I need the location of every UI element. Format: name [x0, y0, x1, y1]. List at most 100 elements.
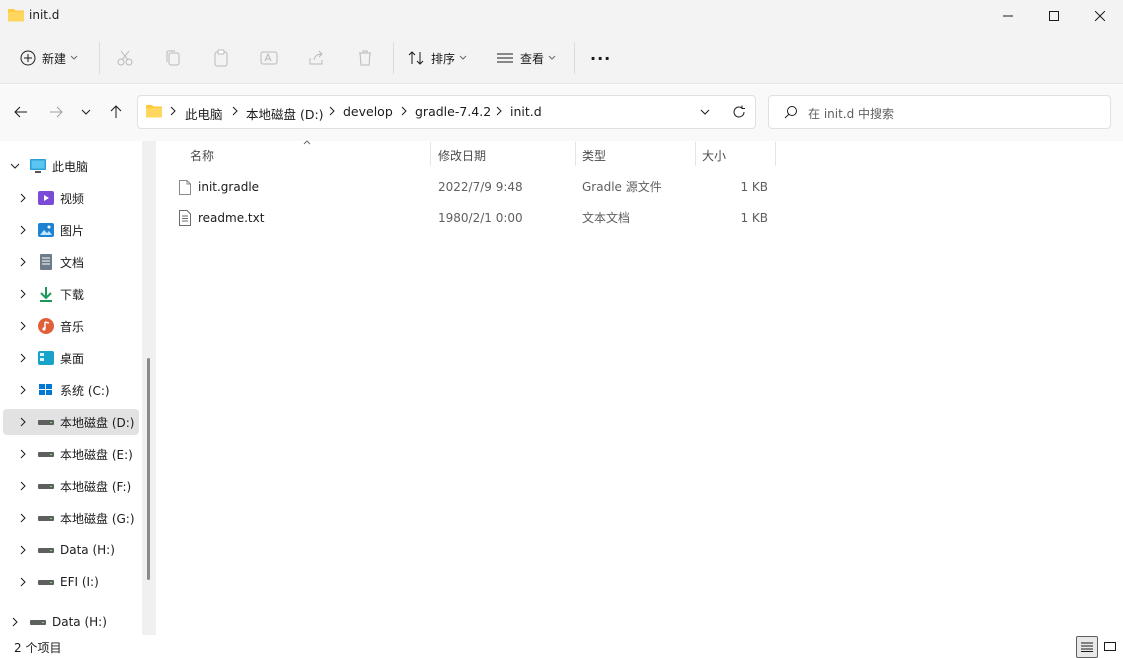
nav-item-label: Data (H:): [52, 615, 107, 629]
nav-item-label: 下载: [60, 287, 85, 302]
drive-icon: [38, 452, 54, 457]
title-bar[interactable]: [0, 0, 1123, 32]
more-button[interactable]: ···: [590, 44, 611, 72]
nav-item-drive-i[interactable]: EFI (I:): [3, 569, 139, 595]
paste-button[interactable]: [212, 44, 230, 72]
chevron-right-icon: [232, 106, 238, 116]
share-button[interactable]: [308, 44, 326, 72]
forward-button[interactable]: [42, 98, 70, 126]
view-button[interactable]: 查看: [496, 44, 556, 72]
rename-button[interactable]: [260, 44, 278, 72]
nav-item-desktop[interactable]: 桌面: [3, 345, 139, 371]
nav-item-this-pc[interactable]: 此电脑: [3, 153, 139, 179]
up-button[interactable]: [102, 98, 130, 126]
file-modified: 2022/7/9 9:48: [438, 180, 523, 194]
file-row[interactable]: init.gradle 2022/7/9 9:48 Gradle 源文件 1 K…: [172, 173, 778, 201]
recent-locations-button[interactable]: [72, 98, 100, 126]
column-header-size[interactable]: 大小: [702, 147, 726, 164]
folder-icon: [146, 104, 162, 121]
close-button[interactable]: [1077, 0, 1123, 32]
nav-item-label: 本地磁盘 (E:): [60, 447, 133, 462]
new-label: 新建: [42, 51, 67, 66]
chevron-right-icon[interactable]: [16, 223, 30, 237]
desktop-icon: [38, 351, 54, 365]
nav-item-drive-g[interactable]: 本地磁盘 (G:): [3, 505, 139, 531]
breadcrumb-item[interactable]: init.d: [510, 104, 542, 119]
sort-ascending-icon: [303, 140, 311, 145]
delete-button[interactable]: [356, 44, 374, 72]
share-icon: [309, 50, 323, 65]
monitor-icon: [30, 159, 46, 173]
chevron-right-icon[interactable]: [16, 319, 30, 333]
nav-scrollbar-thumb[interactable]: [147, 358, 150, 580]
nav-item-pictures[interactable]: 图片: [3, 217, 139, 243]
file-row[interactable]: readme.txt 1980/2/1 0:00 文本文档 1 KB: [172, 204, 778, 232]
nav-item-downloads[interactable]: 下载: [3, 281, 139, 307]
chevron-right-icon[interactable]: [16, 575, 30, 589]
column-divider[interactable]: [575, 142, 576, 166]
chevron-right-icon[interactable]: [16, 511, 30, 525]
column-header-name[interactable]: 名称: [190, 147, 214, 164]
details-view-icon: [1081, 642, 1093, 652]
chevron-right-icon[interactable]: [16, 255, 30, 269]
chevron-right-icon[interactable]: [16, 543, 30, 557]
chevron-right-icon[interactable]: [16, 287, 30, 301]
drive-icon: [38, 548, 54, 553]
column-header-type[interactable]: 类型: [582, 147, 606, 164]
back-button[interactable]: [7, 98, 35, 126]
column-header-modified[interactable]: 修改日期: [438, 147, 486, 164]
nav-item-drive-h[interactable]: Data (H:): [3, 537, 139, 563]
separator: [393, 42, 394, 74]
nav-item-data-h[interactable]: Data (H:): [0, 609, 136, 635]
file-name: init.gradle: [198, 180, 260, 194]
maximize-button[interactable]: [1031, 0, 1077, 32]
nav-item-drive-e[interactable]: 本地磁盘 (E:): [3, 441, 139, 467]
file-modified: 1980/2/1 0:00: [438, 211, 523, 225]
sort-button[interactable]: 排序: [407, 44, 467, 72]
new-button[interactable]: 新建: [20, 44, 78, 72]
chevron-right-icon[interactable]: [16, 191, 30, 205]
nav-item-drive-f[interactable]: 本地磁盘 (F:): [3, 473, 139, 499]
chevron-right-icon[interactable]: [8, 615, 22, 629]
breadcrumb-item[interactable]: 此电脑: [185, 104, 223, 123]
search-icon: [784, 106, 797, 119]
chevron-right-icon[interactable]: [16, 351, 30, 365]
sort-icon: [408, 51, 424, 65]
copy-button[interactable]: [164, 44, 182, 72]
nav-item-drive-c[interactable]: 系统 (C:): [3, 377, 139, 403]
nav-item-label: 桌面: [60, 351, 85, 366]
chevron-right-icon: [329, 106, 335, 116]
music-icon: [38, 318, 54, 334]
chevron-right-icon[interactable]: [16, 447, 30, 461]
search-input[interactable]: 在 init.d 中搜索: [808, 105, 894, 122]
nav-item-documents[interactable]: 文档: [3, 249, 139, 275]
column-divider[interactable]: [430, 142, 431, 166]
cut-button[interactable]: [116, 44, 134, 72]
windows-drive-icon: [39, 384, 52, 395]
breadcrumb-item[interactable]: gradle-7.4.2: [415, 104, 491, 119]
breadcrumb-item[interactable]: develop: [343, 104, 393, 119]
tiles-view-button[interactable]: [1099, 636, 1121, 658]
breadcrumb-item[interactable]: 本地磁盘 (D:): [246, 104, 324, 123]
chevron-right-icon: [401, 106, 407, 116]
details-view-button[interactable]: [1076, 636, 1098, 658]
minimize-button[interactable]: [985, 0, 1031, 32]
refresh-button[interactable]: [729, 102, 749, 122]
chevron-right-icon[interactable]: [16, 415, 30, 429]
arrow-right-icon: [50, 106, 63, 118]
address-history-button[interactable]: [696, 104, 714, 120]
chevron-down-icon: [70, 55, 78, 60]
column-divider[interactable]: [695, 142, 696, 166]
chevron-right-icon[interactable]: [16, 479, 30, 493]
column-divider[interactable]: [775, 142, 776, 166]
separator: [99, 42, 100, 74]
nav-item-videos[interactable]: 视频: [3, 185, 139, 211]
nav-item-label: 图片: [60, 223, 85, 238]
nav-item-music[interactable]: 音乐: [3, 313, 139, 339]
chevron-right-icon[interactable]: [16, 383, 30, 397]
chevron-right-icon: [170, 106, 176, 116]
file-type: 文本文档: [582, 211, 631, 225]
chevron-down-icon[interactable]: [8, 159, 22, 173]
nav-item-drive-d[interactable]: 本地磁盘 (D:): [3, 409, 139, 435]
drive-icon: [38, 420, 54, 425]
